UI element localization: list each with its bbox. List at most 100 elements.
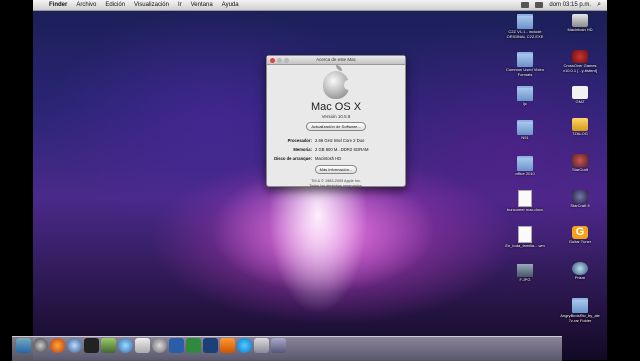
prism-icon [572, 262, 588, 275]
mail-icon[interactable] [254, 338, 269, 353]
desktop-icon-label: Guitar Tuner [568, 239, 592, 244]
skype-icon[interactable] [237, 338, 252, 353]
folder-icon [517, 156, 533, 171]
desktop-icon-starcraft-2[interactable]: StarCraft II [560, 190, 600, 209]
desktop-icon-macintosh-hd[interactable]: Macintosh HD [560, 14, 600, 33]
excel-icon[interactable] [186, 338, 201, 353]
startup-disk-value: Macintosh HD [315, 156, 342, 161]
dashboard-icon[interactable] [33, 338, 48, 353]
firefox-icon[interactable] [50, 338, 65, 353]
hard-drive-icon [572, 14, 588, 27]
legal-text: TM & © 1983-2009 Apple Inc. Todos los de… [267, 179, 405, 189]
close-button[interactable] [270, 57, 275, 63]
desktop-icon-label: AngryBirdsRio_by_ale 7z.rar Folder [560, 313, 600, 323]
desktop-icon-video-formats[interactable]: Common Used Video Formats [505, 52, 545, 78]
folder-icon [517, 52, 533, 67]
desktop: Finder Archivo Edición Visualización Ir … [33, 0, 607, 360]
desktop-icon-gmz[interactable]: GMZ [560, 86, 600, 105]
folder-icon [517, 86, 533, 101]
os-name: Mac OS X [310, 101, 362, 113]
software-update-button[interactable]: Actualización de Software... [306, 122, 366, 131]
menu-ayuda[interactable]: Ayuda [222, 2, 239, 8]
desktop-icon-7zalog[interactable]: 7ZALOG [560, 118, 600, 137]
desktop-icon-n91[interactable]: N91 [505, 120, 545, 141]
iphoto-icon[interactable] [101, 338, 116, 353]
desktop-icon-prism[interactable]: Prism [560, 262, 600, 281]
menu-ir[interactable]: Ir [178, 2, 182, 8]
document-icon [518, 190, 532, 207]
system-prefs-icon[interactable] [152, 338, 167, 353]
desktop-icon-label: Prism [574, 275, 586, 280]
desktop-icon-angrybirds[interactable]: AngryBirdsRio_by_ale 7z.rar Folder [560, 298, 600, 324]
memory-value: 2 GB 800 M...DDR2 SDRAM [315, 147, 369, 152]
preview-icon[interactable] [135, 338, 150, 353]
document-icon [518, 226, 532, 243]
desktop-icon-label: StarCraft [571, 167, 588, 172]
desktop-icon-starcraft[interactable]: StarCraft [560, 154, 600, 173]
more-info-button[interactable]: Más información... [314, 165, 358, 174]
photoshop-icon[interactable] [203, 338, 218, 353]
desktop-icon-video[interactable]: En_toda_familia....wm [505, 226, 545, 249]
zoom-button[interactable] [284, 57, 289, 63]
desktop-icon-docx[interactable]: buncomer mac.docx [505, 190, 545, 213]
vlc-icon[interactable] [220, 338, 235, 353]
folder-icon [572, 298, 588, 313]
volume-icon[interactable] [535, 2, 544, 8]
menu-archivo[interactable]: Archivo [76, 2, 96, 8]
about-this-mac-window: Acerca de este Mac Mac OS X Versión 10.5… [266, 55, 406, 189]
desktop-icon-c2z[interactable]: C2Z V1.1 - include ORIGINAL C2Z.EXE [505, 14, 545, 40]
desktop-icon-label: GMZ [575, 99, 585, 104]
desktop-icon-label: C2Z V1.1 - include ORIGINAL C2Z.EXE [506, 29, 544, 39]
menu-visualizacion[interactable]: Visualización [134, 2, 169, 8]
desktop-icon-ljc[interactable]: ljc [505, 86, 545, 107]
desktop-icon-label: buncomer mac.docx [506, 207, 543, 212]
menu-bar: Finder Archivo Edición Visualización Ir … [33, 0, 607, 11]
menu-ventana[interactable]: Ventana [191, 2, 213, 8]
desktop-icon-label: N91 [521, 135, 529, 140]
archive-icon [572, 118, 588, 131]
desktop-icon-label: 7ZALOG [572, 131, 588, 136]
startup-disk-label: Disco de arranque: [274, 156, 312, 161]
desktop-icon-label: Macintosh HD [567, 27, 593, 32]
menu-finder[interactable]: Finder [49, 2, 67, 8]
dock [12, 336, 562, 361]
starcraft-icon [572, 154, 588, 167]
desktop-icon-label: StarCraft II [570, 203, 590, 208]
processor-value: 2.66 GHz Intel Core 2 Duo [315, 138, 365, 143]
desktop-icon-crossover[interactable]: CrossOver Games v10.0.1 [...y-tisterd] [560, 50, 600, 74]
word-icon[interactable] [169, 338, 184, 353]
wifi-icon[interactable] [521, 2, 530, 8]
desktop-icon-label: ljc [523, 101, 527, 106]
desktop-icon-guitar-tuner[interactable]: G Guitar Tuner [560, 226, 600, 245]
desktop-icon-office[interactable]: office 2010 [505, 156, 545, 177]
processor-label: Procesador: [287, 138, 312, 143]
itunes-icon[interactable] [118, 338, 133, 353]
menubar-clock[interactable]: dom 03:15 p.m. [549, 2, 591, 8]
menu-edicion[interactable]: Edición [105, 2, 125, 8]
crossover-icon [572, 50, 588, 63]
desktop-icon-label: office 2010 [515, 171, 535, 176]
legal-line-2: Todos los derechos reservados. [309, 184, 363, 188]
finder-icon[interactable] [16, 338, 31, 353]
downloads-icon[interactable] [271, 338, 286, 353]
desktop-icon-jpg[interactable]: F.JPG [505, 264, 545, 283]
starcraft-2-icon [572, 190, 588, 203]
memory-label: Memoria: [293, 147, 312, 152]
desktop-icon-label: En_toda_familia....wm [505, 243, 545, 248]
safari-icon[interactable] [67, 338, 82, 353]
minimize-button[interactable] [277, 57, 282, 63]
desktop-icon-label: Common Used Video Formats [506, 67, 544, 77]
window-titlebar[interactable]: Acerca de este Mac [267, 56, 405, 65]
desktop-icon-label: CrossOver Games v10.0.1 [...y-tisterd] [562, 63, 597, 73]
terminal-icon[interactable] [84, 338, 99, 353]
folder-icon [517, 14, 533, 29]
apple-logo-icon [323, 65, 352, 99]
image-file-icon [517, 264, 533, 277]
desktop-icon-label: F.JPG [519, 277, 531, 282]
window-title: Acerca de este Mac [316, 57, 356, 62]
os-version: Versión 10.5.8 [321, 114, 351, 119]
folder-icon [517, 120, 533, 135]
spotlight-icon[interactable]: ⌕ [597, 1, 601, 9]
guitar-tuner-icon: G [572, 226, 588, 239]
disk-image-icon [572, 86, 588, 99]
